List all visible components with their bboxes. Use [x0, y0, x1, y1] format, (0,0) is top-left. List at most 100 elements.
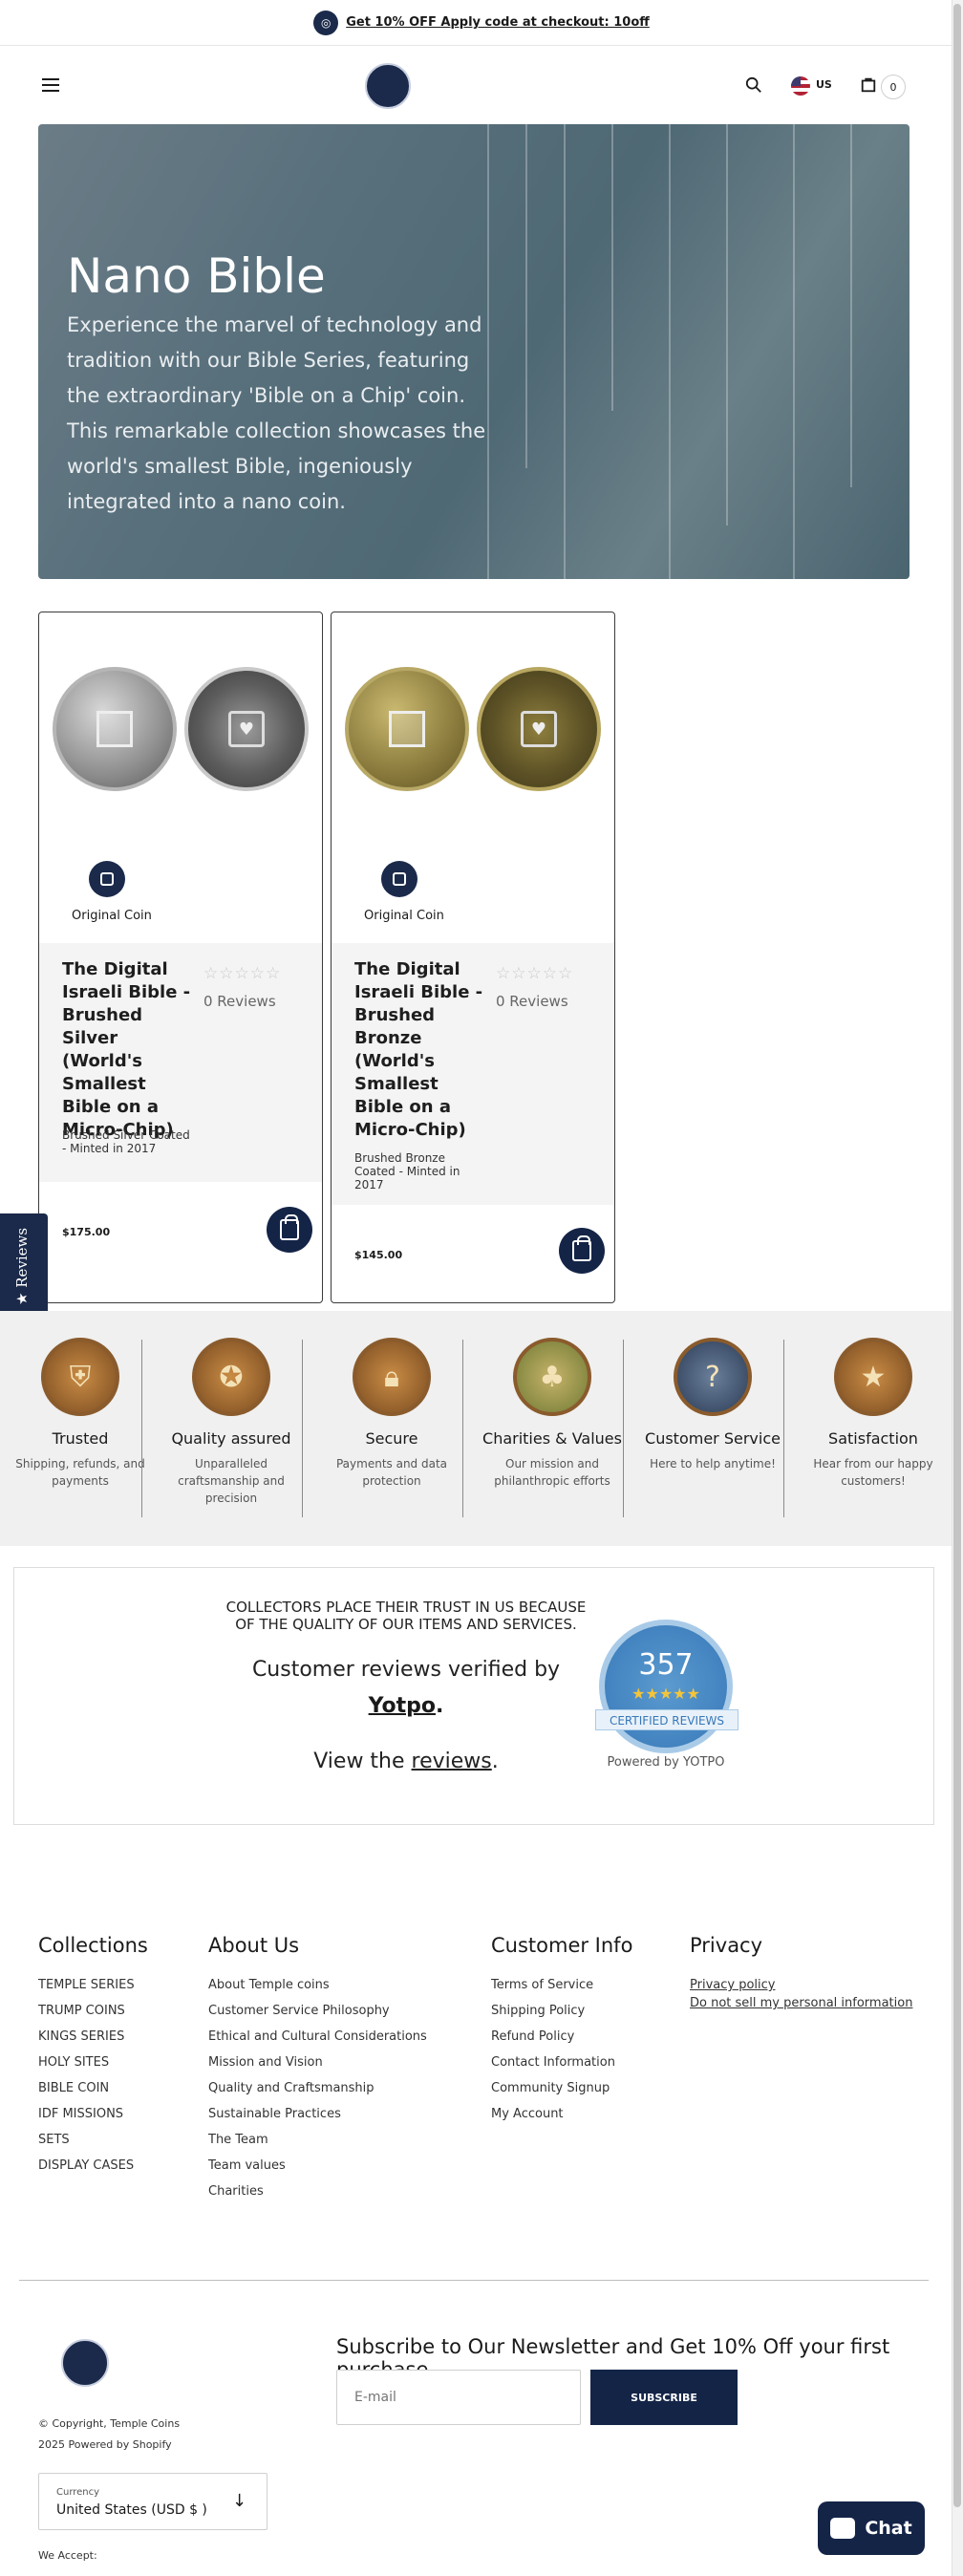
- review-count[interactable]: 0 Reviews: [203, 993, 276, 1010]
- seal-stars: ★★★★★: [631, 1685, 700, 1703]
- badge-label: Original Coin: [364, 909, 444, 923]
- footer-customer-info: Customer Info Terms of Service Shipping …: [491, 1934, 632, 2133]
- footer-link[interactable]: The Team: [208, 2133, 427, 2147]
- subscribe-button[interactable]: SUBSCRIBE: [590, 2370, 738, 2425]
- feature-trusted[interactable]: ⛨ Trusted Shipping, refunds, and payment…: [0, 1338, 160, 1490]
- footer-link[interactable]: DISPLAY CASES: [38, 2158, 148, 2173]
- feature-title: Secure: [365, 1429, 418, 1448]
- hero-description: Experience the marvel of technology and …: [67, 313, 486, 513]
- footer-about: About Us About Temple coins Customer Ser…: [208, 1934, 427, 2210]
- reviews-tab-label: ★ Reviews: [13, 1227, 31, 1305]
- rating-stars[interactable]: ☆☆☆☆☆: [203, 964, 281, 983]
- footer-link[interactable]: Refund Policy: [491, 2029, 632, 2044]
- original-coin-icon: [89, 861, 125, 897]
- footer-heading: Customer Info: [491, 1934, 633, 1957]
- certified-reviews-seal[interactable]: 357 ★★★★★ CERTIFIED REVIEWS: [595, 1620, 738, 1753]
- footer-link[interactable]: About Temple coins: [208, 1978, 427, 1992]
- coin-back-image: ♥: [477, 667, 601, 791]
- product-info: The Digital Israeli Bible - Brushed Bron…: [332, 943, 614, 1205]
- site-logo[interactable]: [365, 63, 411, 109]
- rating-stars[interactable]: ☆☆☆☆☆: [496, 964, 573, 983]
- footer-link[interactable]: HOLY SITES: [38, 2055, 148, 2070]
- product-title[interactable]: The Digital Israeli Bible - Brushed Silv…: [62, 958, 196, 1142]
- site-header: US 0: [0, 50, 952, 126]
- announcement-text[interactable]: Get 10% OFF Apply code at checkout: 10of…: [346, 15, 650, 30]
- product-card[interactable]: ♥ Original Coin The Digital Israeli Bibl…: [331, 612, 615, 1303]
- footer-link[interactable]: Customer Service Philosophy: [208, 2004, 427, 2018]
- temple-logo-icon: ◎: [313, 10, 339, 35]
- feature-secure[interactable]: 🔒︎ Secure Payments and data protection: [311, 1338, 472, 1490]
- medal-icon: ✪: [192, 1338, 270, 1416]
- footer-link[interactable]: Quality and Craftsmanship: [208, 2081, 427, 2095]
- seal-count: 357: [638, 1648, 694, 1682]
- product-image[interactable]: ♥: [39, 612, 322, 846]
- reviews-link[interactable]: reviews: [412, 1750, 492, 1773]
- chip-icon: [389, 711, 425, 747]
- yotpo-brand[interactable]: Yotpo.: [225, 1694, 588, 1718]
- currency-label: Currency: [56, 2487, 100, 2498]
- feature-title: Customer Service: [645, 1429, 781, 1448]
- features-strip: ⛨ Trusted Shipping, refunds, and payment…: [0, 1311, 952, 1546]
- coin-back-image: ♥: [184, 667, 309, 791]
- search-icon[interactable]: [745, 76, 762, 94]
- hero-title: Nano Bible: [67, 248, 326, 304]
- footer-link[interactable]: KINGS SERIES: [38, 2029, 148, 2044]
- footer-link[interactable]: Team values: [208, 2158, 427, 2173]
- footer-heading: Collections: [38, 1934, 148, 1957]
- product-price: $145.00: [354, 1249, 403, 1261]
- feature-customer-service[interactable]: ? Customer Service Here to help anytime!: [632, 1338, 793, 1472]
- us-flag-icon[interactable]: [791, 76, 810, 96]
- coin-front-image: [345, 667, 469, 791]
- footer-link[interactable]: Charities: [208, 2184, 427, 2199]
- footer-link[interactable]: IDF MISSIONS: [38, 2107, 148, 2121]
- currency-value: United States (USD $ ): [56, 2502, 207, 2518]
- footer-link[interactable]: BIBLE COIN: [38, 2081, 148, 2095]
- product-card[interactable]: ♥ Original Coin The Digital Israeli Bibl…: [38, 612, 323, 1303]
- powered-by-yotpo: Powered by YOTPO: [607, 1755, 725, 1770]
- footer-link[interactable]: TEMPLE SERIES: [38, 1978, 148, 1992]
- announcement-bar: ◎ Get 10% OFF Apply code at checkout: 10…: [0, 0, 963, 46]
- footer-link[interactable]: Shipping Policy: [491, 2004, 632, 2018]
- cart-count[interactable]: 0: [881, 75, 906, 99]
- product-title[interactable]: The Digital Israeli Bible - Brushed Bron…: [354, 958, 488, 1142]
- shopping-bag-icon: [280, 1214, 299, 1240]
- footer-link[interactable]: Mission and Vision: [208, 2055, 427, 2070]
- feature-satisfaction[interactable]: ★ Satisfaction Hear from our happy custo…: [793, 1338, 953, 1490]
- footer-collections: Collections TEMPLE SERIES TRUMP COINS KI…: [38, 1934, 148, 2184]
- footer-link[interactable]: My Account: [491, 2107, 632, 2121]
- scrollbar-thumb[interactable]: [953, 4, 961, 2507]
- footer-link[interactable]: Community Signup: [491, 2081, 632, 2095]
- lock-icon: 🔒︎: [353, 1338, 431, 1416]
- heart-icon: ♥: [228, 711, 265, 747]
- menu-icon[interactable]: [42, 78, 59, 92]
- currency-selector[interactable]: Currency United States (USD $ ) ↓: [38, 2473, 268, 2530]
- footer-link[interactable]: Privacy policy: [690, 1978, 912, 1992]
- review-count[interactable]: 0 Reviews: [496, 993, 568, 1010]
- cart-icon[interactable]: [860, 76, 877, 94]
- chat-label: Chat: [865, 2518, 912, 2539]
- feature-subtitle: Our mission and philanthropic efforts: [494, 1457, 610, 1488]
- yotpo-trust-box: COLLECTORS PLACE THEIR TRUST IN US BECAU…: [13, 1567, 934, 1825]
- footer-link[interactable]: TRUMP COINS: [38, 2004, 148, 2018]
- footer-heading: Privacy: [690, 1934, 763, 1957]
- footer-link[interactable]: Terms of Service: [491, 1978, 632, 1992]
- product-image[interactable]: ♥: [332, 612, 614, 846]
- heart-icon: ♥: [521, 711, 557, 747]
- country-selector[interactable]: US: [816, 78, 832, 91]
- footer-link[interactable]: Ethical and Cultural Considerations: [208, 2029, 427, 2044]
- footer-link[interactable]: SETS: [38, 2133, 148, 2147]
- footer-logo[interactable]: [61, 2339, 109, 2387]
- add-to-cart-button[interactable]: [267, 1207, 312, 1253]
- chat-button[interactable]: Chat: [818, 2501, 925, 2555]
- badge-label: Original Coin: [72, 909, 152, 923]
- reviews-side-tab[interactable]: ★ Reviews: [0, 1213, 48, 1317]
- footer-link[interactable]: Do not sell my personal information: [690, 1996, 912, 2010]
- feature-charities[interactable]: ♣ Charities & Values Our mission and phi…: [472, 1338, 632, 1490]
- email-field[interactable]: [336, 2370, 581, 2425]
- feature-quality[interactable]: ✪ Quality assured Unparalleled craftsman…: [151, 1338, 311, 1507]
- footer-link[interactable]: Contact Information: [491, 2055, 632, 2070]
- footer-divider: [19, 2280, 929, 2281]
- add-to-cart-button[interactable]: [559, 1228, 605, 1274]
- footer-link[interactable]: Sustainable Practices: [208, 2107, 427, 2121]
- copyright: © Copyright, Temple Coins 2025 Powered b…: [38, 2417, 181, 2451]
